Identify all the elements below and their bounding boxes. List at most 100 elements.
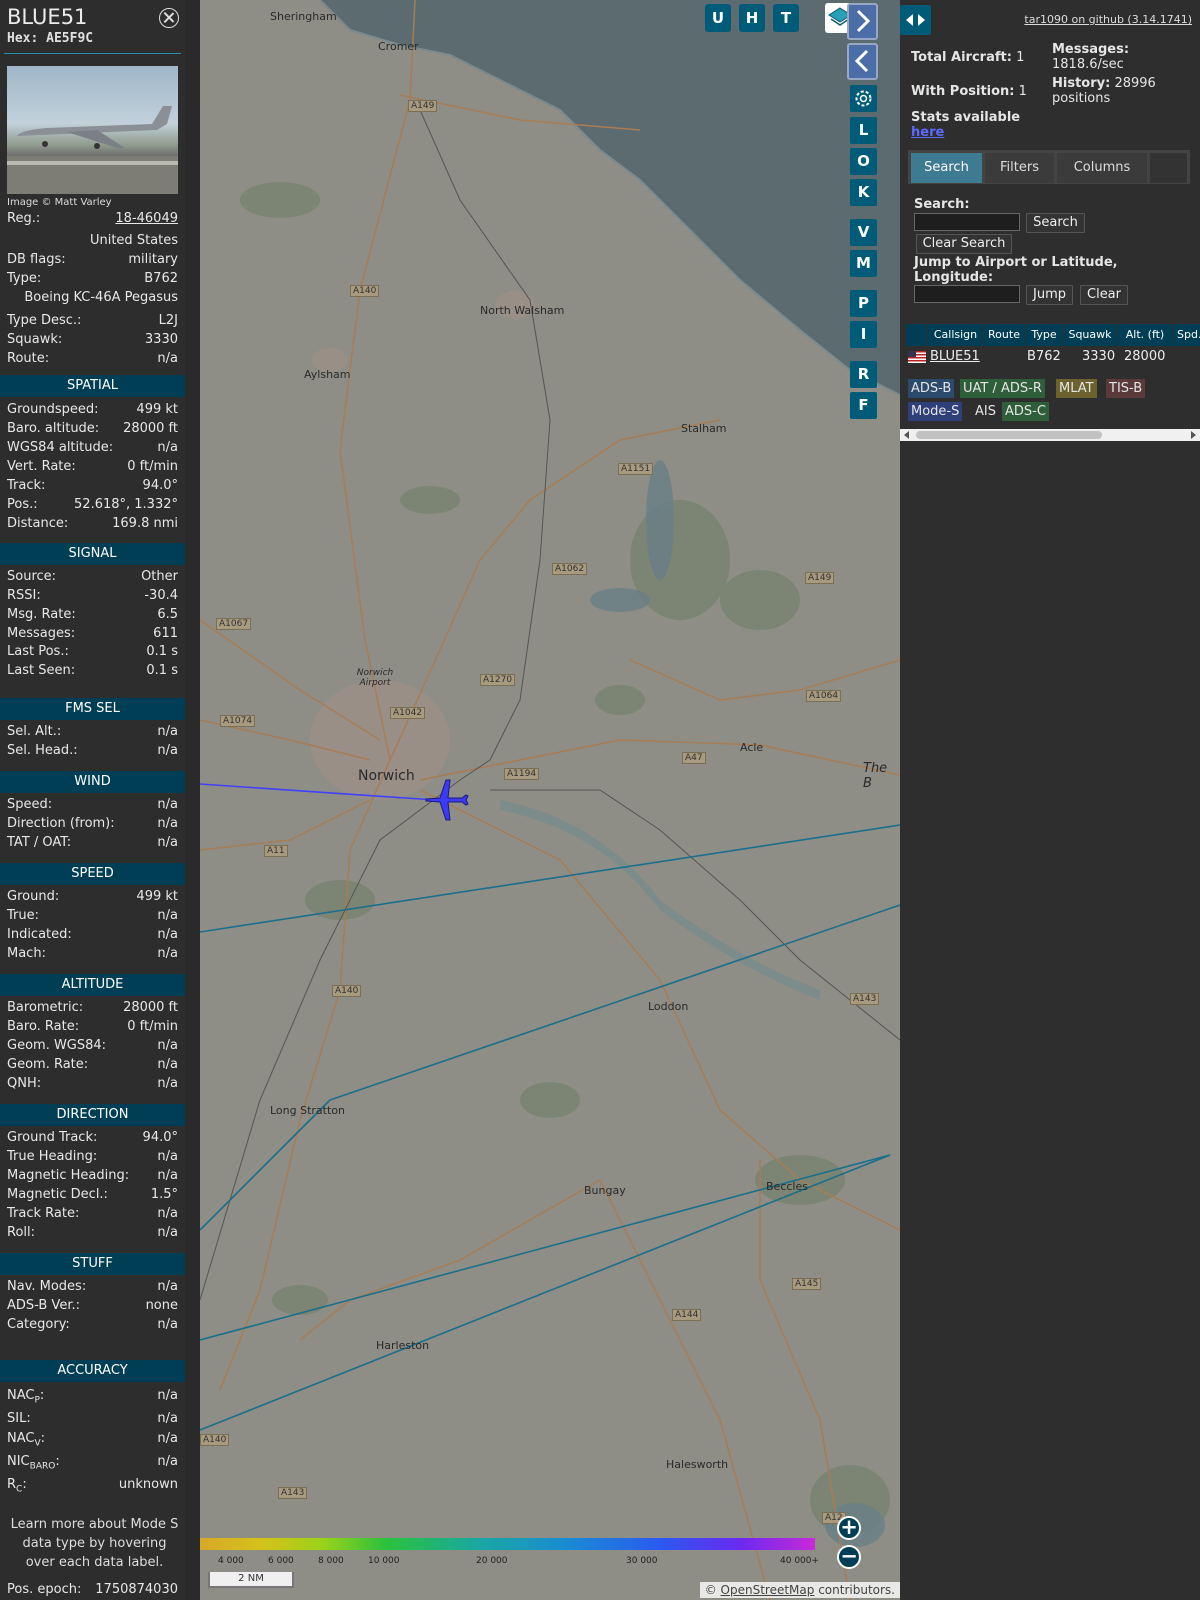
- info-row-value: n/a: [157, 1038, 178, 1053]
- map-button-p[interactable]: P: [850, 290, 877, 317]
- route-row: Route: n/a: [7, 351, 178, 366]
- aircraft-photo[interactable]: [7, 66, 178, 194]
- map-button-l[interactable]: L: [850, 117, 877, 144]
- color-scale-tick: 4 000: [218, 1556, 244, 1566]
- info-row-label: Mach:: [7, 946, 46, 961]
- info-row-label: QNH:: [7, 1076, 42, 1091]
- info-row-value: n/a: [157, 1057, 178, 1072]
- info-row-value: -30.4: [144, 588, 178, 603]
- info-row-label: Vert. Rate:: [7, 459, 76, 474]
- info-row-value: n/a: [157, 1149, 178, 1164]
- info-row: Barometric: 28000 ft: [7, 1000, 178, 1018]
- column-type[interactable]: Type: [1026, 324, 1063, 346]
- column-speed[interactable]: Spd.: [1174, 324, 1200, 346]
- info-row: Geom. Rate: n/a: [7, 1057, 178, 1075]
- road-label: A140: [332, 985, 362, 997]
- search-button[interactable]: Search: [1026, 213, 1085, 233]
- map-button-f[interactable]: F: [850, 392, 877, 419]
- map-button-i[interactable]: I: [850, 321, 877, 348]
- column-route[interactable]: Route: [984, 324, 1025, 346]
- aircraft-marker-icon[interactable]: [424, 778, 470, 822]
- github-link[interactable]: tar1090 on github (3.14.1741): [1024, 13, 1192, 26]
- row-callsign[interactable]: BLUE51: [930, 349, 980, 364]
- source-chip: ADS-B: [908, 379, 955, 398]
- squawk-row: Squawk: 3330: [7, 332, 178, 347]
- info-row-label: Last Seen:: [7, 663, 76, 678]
- road-label: A11: [264, 845, 288, 857]
- type-desc-row: Type Desc.: L2J: [7, 313, 178, 328]
- zoom-in-button[interactable]: +: [837, 1516, 861, 1540]
- search-input[interactable]: [914, 213, 1020, 231]
- color-scale-tick: 6 000: [268, 1556, 294, 1566]
- road-label: A1042: [390, 707, 426, 719]
- reg-link[interactable]: 18-46049: [115, 211, 178, 229]
- info-row-label: Ground:: [7, 889, 60, 904]
- info-row: Track Rate: n/a: [7, 1206, 178, 1224]
- collapse-sidebar-button[interactable]: [847, 43, 878, 80]
- table-scrollbar-thumb[interactable]: [916, 431, 1102, 439]
- section-signal: SIGNAL: [0, 543, 185, 565]
- section-speed: SPEED: [0, 863, 185, 885]
- map-button-r[interactable]: R: [850, 361, 877, 388]
- scroll-right-icon[interactable]: [1189, 431, 1197, 439]
- clear-button[interactable]: Clear: [1080, 285, 1128, 305]
- table-row[interactable]: BLUE51 B762 3330 28000: [906, 347, 1200, 367]
- map-button-t[interactable]: T: [773, 4, 799, 32]
- info-row-label: Last Pos.:: [7, 644, 69, 659]
- info-row-value: n/a: [157, 1206, 178, 1221]
- info-row-label: Sel. Head.:: [7, 743, 78, 758]
- map-button-h[interactable]: H: [739, 4, 765, 32]
- aircraft-info-panel: BLUE51 Hex: AE5F9C Image © Matt Varley R…: [0, 0, 185, 1600]
- tab-columns[interactable]: Columns: [1057, 153, 1147, 183]
- table-scrollbar[interactable]: [900, 429, 1200, 441]
- attribution: © OpenStreetMap contributors.: [699, 1582, 900, 1598]
- map-view[interactable]: Sheringham Cromer North Walsham Aylsham Stal…: [200, 0, 900, 1600]
- zoom-out-button[interactable]: −: [837, 1545, 861, 1569]
- map-button-o[interactable]: O: [850, 148, 877, 175]
- column-altitude[interactable]: Alt. (ft): [1118, 324, 1173, 346]
- info-row-value: n/a: [157, 743, 178, 758]
- column-flag[interactable]: [906, 324, 928, 346]
- info-row-value: 94.0°: [142, 478, 178, 493]
- attribution-link[interactable]: OpenStreetMap: [721, 1583, 815, 1597]
- section-fms: FMS SEL: [0, 698, 185, 720]
- map-button-k[interactable]: K: [850, 179, 877, 206]
- tab-search[interactable]: Search: [911, 153, 982, 183]
- jump-input[interactable]: [914, 285, 1020, 303]
- scroll-left-icon[interactable]: [903, 431, 911, 439]
- settings-gear-icon[interactable]: [850, 85, 877, 112]
- row-squawk: 3330: [1082, 349, 1116, 364]
- tab-filters[interactable]: Filters: [985, 153, 1054, 183]
- info-row-value: 6.5: [157, 607, 178, 622]
- clear-search-button[interactable]: Clear Search: [916, 234, 1012, 254]
- info-row-value: n/a: [157, 440, 178, 455]
- place-label: Aylsham: [304, 368, 351, 381]
- map-button-u[interactable]: U: [705, 4, 731, 32]
- road-label: A1067: [216, 618, 252, 630]
- info-row-label: Pos.:: [7, 497, 38, 512]
- color-scale-tick: 30 000: [626, 1556, 658, 1566]
- stats-link[interactable]: here: [911, 125, 944, 140]
- info-row: True Heading: n/a: [7, 1149, 178, 1167]
- tab-extra[interactable]: [1150, 153, 1187, 183]
- place-label: Bungay: [584, 1184, 626, 1197]
- column-callsign[interactable]: Callsign: [929, 324, 983, 346]
- place-label: Long Stratton: [270, 1104, 346, 1117]
- source-chip: MLAT: [1056, 379, 1097, 398]
- info-row-value: n/a: [157, 1168, 178, 1183]
- place-label: Sheringham: [270, 10, 337, 23]
- total-aircraft: Total Aircraft: 1: [911, 50, 1025, 65]
- jump-button[interactable]: Jump: [1026, 285, 1073, 305]
- section-accuracy: ACCURACY: [0, 1360, 185, 1382]
- column-squawk[interactable]: Squawk: [1064, 324, 1117, 346]
- info-row-label: Source:: [7, 569, 57, 584]
- info-row-value: n/a: [157, 1076, 178, 1091]
- info-row-value: n/a: [157, 1279, 178, 1294]
- map-button-v[interactable]: V: [850, 219, 877, 246]
- expand-sidebar-button[interactable]: [847, 3, 878, 40]
- scale-bar: 2 NM: [208, 1572, 294, 1588]
- info-row-value: 94.0°: [142, 1130, 178, 1145]
- map-button-m[interactable]: M: [850, 250, 877, 277]
- toggle-sidebar-icon[interactable]: [900, 5, 931, 35]
- close-icon[interactable]: [159, 8, 179, 28]
